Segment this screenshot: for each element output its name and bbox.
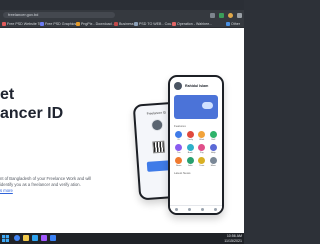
jobs-icon [186,157,194,164]
feature-item: Bank [186,144,196,154]
bookmarks-bar: Free PSD Website Te... Free PSD Graphics… [0,20,244,28]
feature-label: Tax [177,152,181,154]
bell-icon [201,208,204,211]
bookmark-label: Business [119,22,134,26]
verify-icon [186,131,194,138]
feature-label: Verify [187,139,193,141]
more-icon [209,157,217,164]
browser-tab-bar [0,0,244,10]
browser-toolbar: freelancer.gov.bd [0,10,244,20]
hero-description: nt of Bangladesh of your Freelance Work … [0,176,92,188]
id-icon [175,131,183,138]
avatar [150,118,164,132]
phone-mockup-front: Rahidul Islam Features ID Verify Work Sk… [168,75,224,215]
feature-label: Help [211,152,216,154]
feature-item: More [209,157,219,167]
profile-icon[interactable] [228,12,233,18]
bookmark-favicon-icon [2,22,6,26]
bookmark-favicon-icon [114,22,118,26]
learn-more-link[interactable]: s more [0,188,13,193]
clock-time: 10:56 AM [226,234,242,238]
bookmark-label: Operation - Wahbee... [177,22,213,26]
feature-item: Tax [174,144,184,154]
feature-label: Jobs [187,165,193,167]
help-icon [209,144,217,151]
clock-date: 11/15/2021 [224,238,242,243]
feature-item: ID [174,131,184,141]
feature-label: Train [199,165,205,167]
feature-item: Skill [209,131,219,141]
chrome-icon[interactable] [14,235,20,241]
bookmark-item[interactable]: Free PSD Website Te... [2,21,44,27]
search-icon [188,208,191,211]
feature-item: Work [197,131,207,141]
windows-start-icon[interactable] [2,235,9,242]
hero-title-line2: ancer ID [0,105,64,122]
bookmark-label: PngPix - Download ... [81,22,116,26]
feature-label: Work [199,139,205,141]
bookmark-item[interactable]: PngPix - Download ... [76,21,116,27]
figma-icon[interactable] [41,235,47,241]
feature-grid: ID Verify Work Skill Tax Bank Pay Help N… [170,129,222,169]
skill-icon [209,131,217,138]
feature-label: Skill [211,139,216,141]
user-icon [214,208,217,211]
photoshop-icon[interactable] [32,235,38,241]
bookmark-item[interactable]: Operation - Wahbee... [172,21,212,27]
latest-news-label: Latest News [174,171,191,175]
user-name: Rahidul Islam [185,84,209,88]
toolbar-icons [210,12,242,18]
feature-item: Help [209,144,219,154]
feature-label: ID [177,139,180,141]
menu-icon[interactable] [237,12,242,18]
feature-banner [174,95,218,119]
bookmark-item[interactable]: Business [114,21,134,27]
tax-icon [175,144,183,151]
bookmark-item[interactable]: Other [226,21,240,27]
feature-label: Bank [187,152,193,154]
hero-title-line1: et [0,86,15,103]
home-icon [175,208,178,211]
training-icon [198,157,206,164]
feature-item: Jobs [186,157,196,167]
bookmark-favicon-icon [172,22,176,26]
vscode-icon[interactable] [50,235,56,241]
feature-item: Verify [186,131,196,141]
feature-item: News [174,157,184,167]
bookmark-item[interactable]: Free PSD Graphics... [40,21,79,27]
bookmark-star-icon[interactable] [210,12,215,18]
address-bar[interactable]: freelancer.gov.bd [3,12,115,18]
taskbar: 10:56 AM 11/15/2021 [0,233,244,244]
feature-label: Pay [199,152,204,154]
feature-item: Train [197,157,207,167]
extension-icon[interactable] [219,12,224,18]
bookmark-favicon-icon [134,22,138,26]
web-page: et ancer ID nt of Bangladesh of your Fre… [0,28,244,233]
phone-bottom-nav [170,205,222,213]
bookmark-item[interactable]: PSD TO WEB - Cou... [134,21,174,27]
feature-item: Pay [197,144,207,154]
bookmark-label: Other [231,22,240,26]
bookmark-label: PSD TO WEB - Cou... [139,22,175,26]
feature-label: News [176,165,182,167]
bookmark-favicon-icon [40,22,44,26]
phone-header: Rahidul Islam [170,77,222,92]
features-label: Features [174,124,186,128]
avatar [174,82,182,90]
feature-label: More [210,165,216,167]
work-icon [198,131,206,138]
folder-icon [226,22,230,26]
pay-icon [198,144,206,151]
bookmark-label: Free PSD Graphics... [45,22,80,26]
bookmark-label: Free PSD Website Te... [7,22,45,26]
qr-code-icon [152,140,166,154]
bank-icon [186,144,194,151]
news-icon [175,157,183,164]
system-clock[interactable]: 10:56 AM 11/15/2021 [224,234,242,243]
cloud-icon [202,102,213,109]
address-text: freelancer.gov.bd [8,12,39,17]
file-explorer-icon[interactable] [23,235,29,241]
bookmark-favicon-icon [76,22,80,26]
